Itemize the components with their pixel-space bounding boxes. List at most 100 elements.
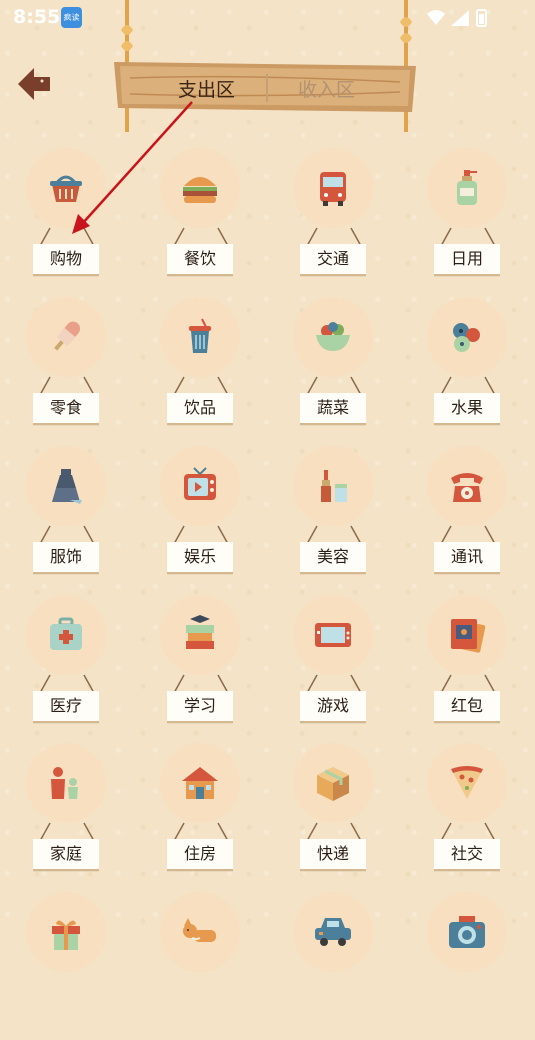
category-item[interactable]: 红包 xyxy=(401,595,535,743)
category-icon-button[interactable] xyxy=(427,892,507,972)
category-item[interactable]: 游戏 xyxy=(267,595,401,743)
category-label[interactable]: 通讯 xyxy=(434,542,500,574)
category-label[interactable]: 医疗 xyxy=(33,691,99,723)
category-label[interactable]: 社交 xyxy=(434,839,500,871)
dog-icon xyxy=(183,918,216,942)
category-label[interactable]: 蔬菜 xyxy=(300,393,366,425)
game-console-icon xyxy=(315,623,351,647)
category-icon-button[interactable] xyxy=(160,446,240,526)
category-item[interactable]: 蔬菜 xyxy=(267,297,401,445)
category-label[interactable]: 快递 xyxy=(300,839,366,871)
house-icon xyxy=(182,767,218,799)
category-icon-button[interactable] xyxy=(26,595,106,675)
category-icon-button[interactable] xyxy=(26,446,106,526)
books-icon xyxy=(186,615,214,649)
category-icon-button[interactable] xyxy=(26,743,106,823)
category-item[interactable]: 零食 xyxy=(0,297,134,445)
tab-income[interactable]: 收入区 xyxy=(298,75,355,102)
category-item[interactable]: 日用 xyxy=(401,148,535,296)
category-icon-button[interactable] xyxy=(26,148,106,228)
category-label[interactable]: 水果 xyxy=(434,393,500,425)
category-icon-button[interactable] xyxy=(293,595,373,675)
category-item[interactable]: 餐饮 xyxy=(134,148,268,296)
category-item[interactable]: 娱乐 xyxy=(134,446,268,594)
category-label[interactable]: 日用 xyxy=(434,244,500,276)
category-icon-button[interactable] xyxy=(160,743,240,823)
category-icon-button[interactable] xyxy=(293,892,373,972)
category-icon-button[interactable] xyxy=(293,743,373,823)
system-status-icons xyxy=(427,9,487,27)
category-item[interactable] xyxy=(401,892,535,1040)
first-aid-kit-icon xyxy=(50,617,82,650)
category-icon-button[interactable] xyxy=(293,446,373,526)
category-icon-button[interactable] xyxy=(293,297,373,377)
category-label[interactable]: 服饰 xyxy=(33,542,99,574)
telephone-icon xyxy=(451,473,483,502)
soap-bottle-icon xyxy=(457,170,477,205)
category-item[interactable]: 医疗 xyxy=(0,595,134,743)
dress-icon xyxy=(52,469,82,504)
category-icon-button[interactable] xyxy=(427,595,507,675)
category-label[interactable]: 红包 xyxy=(434,691,500,723)
category-label[interactable]: 住房 xyxy=(167,839,233,871)
category-icon-button[interactable] xyxy=(26,297,106,377)
drink-cup-icon xyxy=(189,318,211,353)
category-item[interactable] xyxy=(134,892,268,1040)
category-item[interactable] xyxy=(0,892,134,1040)
category-label[interactable]: 交通 xyxy=(300,244,366,276)
category-label[interactable]: 餐饮 xyxy=(167,244,233,276)
category-item[interactable]: 交通 xyxy=(267,148,401,296)
category-item[interactable]: 住房 xyxy=(134,743,268,891)
category-item[interactable]: 通讯 xyxy=(401,446,535,594)
popsicle-icon xyxy=(54,321,81,351)
burger-icon xyxy=(183,177,217,203)
category-label[interactable]: 游戏 xyxy=(300,691,366,723)
category-icon-button[interactable] xyxy=(160,892,240,972)
package-icon xyxy=(317,767,349,801)
category-label[interactable]: 购物 xyxy=(33,244,99,276)
category-icon-button[interactable] xyxy=(160,595,240,675)
category-item[interactable]: 购物 xyxy=(0,148,134,296)
category-item[interactable]: 水果 xyxy=(401,297,535,445)
app-notification-icon: 疯读 xyxy=(61,7,82,28)
category-item[interactable]: 饮品 xyxy=(134,297,268,445)
category-item[interactable]: 快递 xyxy=(267,743,401,891)
family-icon xyxy=(51,767,78,799)
category-icon-button[interactable] xyxy=(26,892,106,972)
tab-sign-board xyxy=(114,62,416,112)
wifi-icon xyxy=(427,10,445,25)
category-icon-button[interactable] xyxy=(427,148,507,228)
category-icon-button[interactable] xyxy=(160,148,240,228)
status-bar: 8:55 疯读 xyxy=(0,0,535,36)
category-label[interactable]: 零食 xyxy=(33,393,99,425)
category-item[interactable]: 服饰 xyxy=(0,446,134,594)
lipstick-icon xyxy=(321,470,347,502)
category-icon-button[interactable] xyxy=(293,148,373,228)
category-item[interactable]: 社交 xyxy=(401,743,535,891)
category-label[interactable]: 饮品 xyxy=(167,393,233,425)
salad-bowl-icon xyxy=(316,322,350,351)
category-label[interactable]: 娱乐 xyxy=(167,542,233,574)
shopping-basket-icon xyxy=(50,175,82,202)
car-icon xyxy=(315,918,351,946)
category-item[interactable]: 家庭 xyxy=(0,743,134,891)
category-icon-button[interactable] xyxy=(427,743,507,823)
category-label[interactable]: 学习 xyxy=(167,691,233,723)
berries-icon xyxy=(453,323,480,352)
red-envelope-icon xyxy=(451,619,486,653)
gift-icon xyxy=(52,920,80,950)
category-item[interactable]: 美容 xyxy=(267,446,401,594)
category-label[interactable]: 美容 xyxy=(300,542,366,574)
category-item[interactable] xyxy=(267,892,401,1040)
signal-icon xyxy=(451,10,469,26)
bus-icon xyxy=(320,172,346,206)
category-label[interactable]: 家庭 xyxy=(33,839,99,871)
tab-divider xyxy=(266,74,268,102)
category-icon-button[interactable] xyxy=(427,297,507,377)
back-arrow-icon[interactable] xyxy=(14,64,54,104)
tab-expense[interactable]: 支出区 xyxy=(178,75,235,102)
category-item[interactable]: 学习 xyxy=(134,595,268,743)
camera-icon xyxy=(449,916,485,948)
category-icon-button[interactable] xyxy=(427,446,507,526)
category-icon-button[interactable] xyxy=(160,297,240,377)
